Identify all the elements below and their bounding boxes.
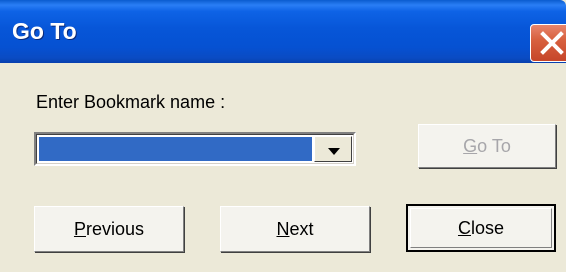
goto-button[interactable]: Go To (418, 124, 556, 168)
close-label: lose (470, 217, 505, 238)
chevron-down-icon (328, 148, 340, 155)
previous-label: revious (85, 218, 145, 239)
close-icon (540, 31, 564, 55)
combobox-selected-text[interactable] (39, 137, 312, 161)
close-mnemonic: C (457, 217, 471, 238)
goto-mnemonic: G (463, 135, 478, 156)
next-button[interactable]: Next (220, 206, 370, 252)
next-mnemonic: N (276, 218, 290, 239)
close-button[interactable]: Close (406, 204, 556, 252)
window-title: Go To (12, 18, 77, 44)
goto-dialog: Go To Enter Bookmark name : Go To Previo… (0, 0, 566, 272)
title-bar[interactable]: Go To (0, 0, 566, 63)
previous-mnemonic: P (73, 218, 86, 239)
goto-label: o To (477, 135, 511, 156)
previous-button[interactable]: Previous (34, 206, 184, 252)
bookmark-name-combobox[interactable] (34, 132, 356, 166)
bookmark-name-label: Enter Bookmark name : (36, 92, 226, 112)
combobox-dropdown-button[interactable] (314, 136, 352, 162)
window-close-button[interactable] (530, 24, 566, 62)
next-label: ext (289, 218, 314, 239)
